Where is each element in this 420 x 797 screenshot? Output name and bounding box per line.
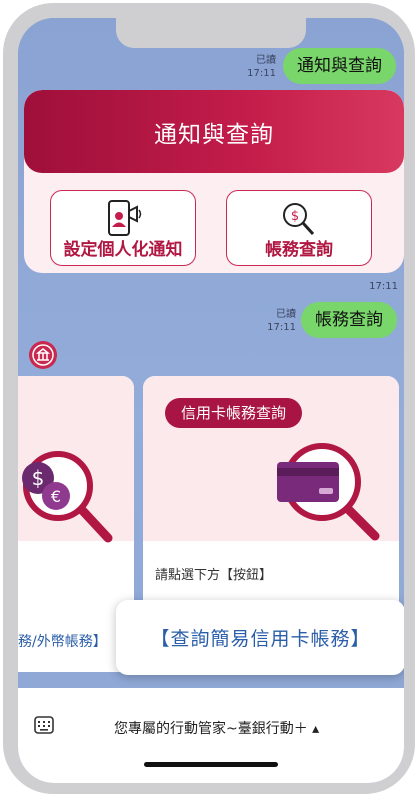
account-inquiry-button[interactable]: $ 帳務查詢 — [226, 190, 372, 266]
card-action-link[interactable]: 務/外幣帳務】 — [18, 631, 107, 651]
credit-card-inquiry-button[interactable]: 【查詢簡易信用卡帳務】 — [116, 600, 404, 675]
card-title-pill: 信用卡帳務查詢 — [165, 398, 303, 428]
card-time: 17:11 — [369, 281, 398, 292]
svg-text:$: $ — [291, 209, 299, 224]
rich-menu-bar: 您專屬的行動管家~臺銀行動＋ ▴ — [18, 688, 404, 783]
user-message-bubble: 通知與查詢 — [283, 48, 396, 84]
message-meta: 已讀 17:11 — [260, 308, 296, 334]
message-time: 17:11 — [267, 322, 296, 333]
rich-menu-toggle[interactable]: 您專屬的行動管家~臺銀行動＋ ▴ — [114, 718, 319, 738]
keyboard-icon[interactable] — [34, 716, 54, 738]
card-title: 通知與查詢 — [24, 90, 404, 173]
currency-search-icon: $ € — [18, 438, 134, 552]
credit-card-search-icon — [267, 432, 387, 546]
user-message-bubble: 帳務查詢 — [301, 302, 397, 338]
bank-logo-avatar[interactable] — [28, 340, 58, 374]
message-meta: 已讀 17:11 — [238, 54, 276, 80]
notch — [116, 18, 306, 48]
phone-frame: 已讀 17:11 通知與查詢 通知與查詢 設定個人化通知 $ 帳務查詢 17:1… — [3, 3, 415, 794]
read-status: 已讀 — [276, 309, 296, 320]
button-label: 設定個人化通知 — [63, 240, 183, 260]
home-indicator — [144, 762, 278, 767]
button-label: 帳務查詢 — [265, 240, 333, 260]
personal-notification-button[interactable]: 設定個人化通知 — [50, 190, 196, 266]
svg-text:$: $ — [32, 466, 45, 490]
svg-text:€: € — [51, 487, 61, 506]
message-time: 17:11 — [247, 68, 276, 79]
screen: 已讀 17:11 通知與查詢 通知與查詢 設定個人化通知 $ 帳務查詢 17:1… — [18, 18, 404, 783]
read-status: 已讀 — [256, 55, 276, 66]
notification-card: 通知與查詢 設定個人化通知 $ 帳務查詢 — [24, 90, 404, 273]
card-hint-text: 請點選下方【按鈕】 — [155, 568, 273, 583]
